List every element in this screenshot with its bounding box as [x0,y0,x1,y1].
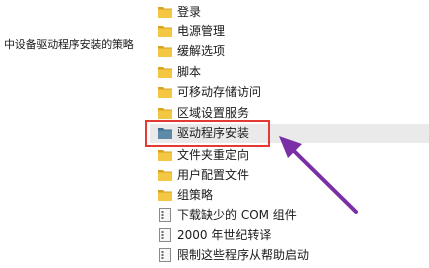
pointer-arrow-icon [279,136,358,214]
